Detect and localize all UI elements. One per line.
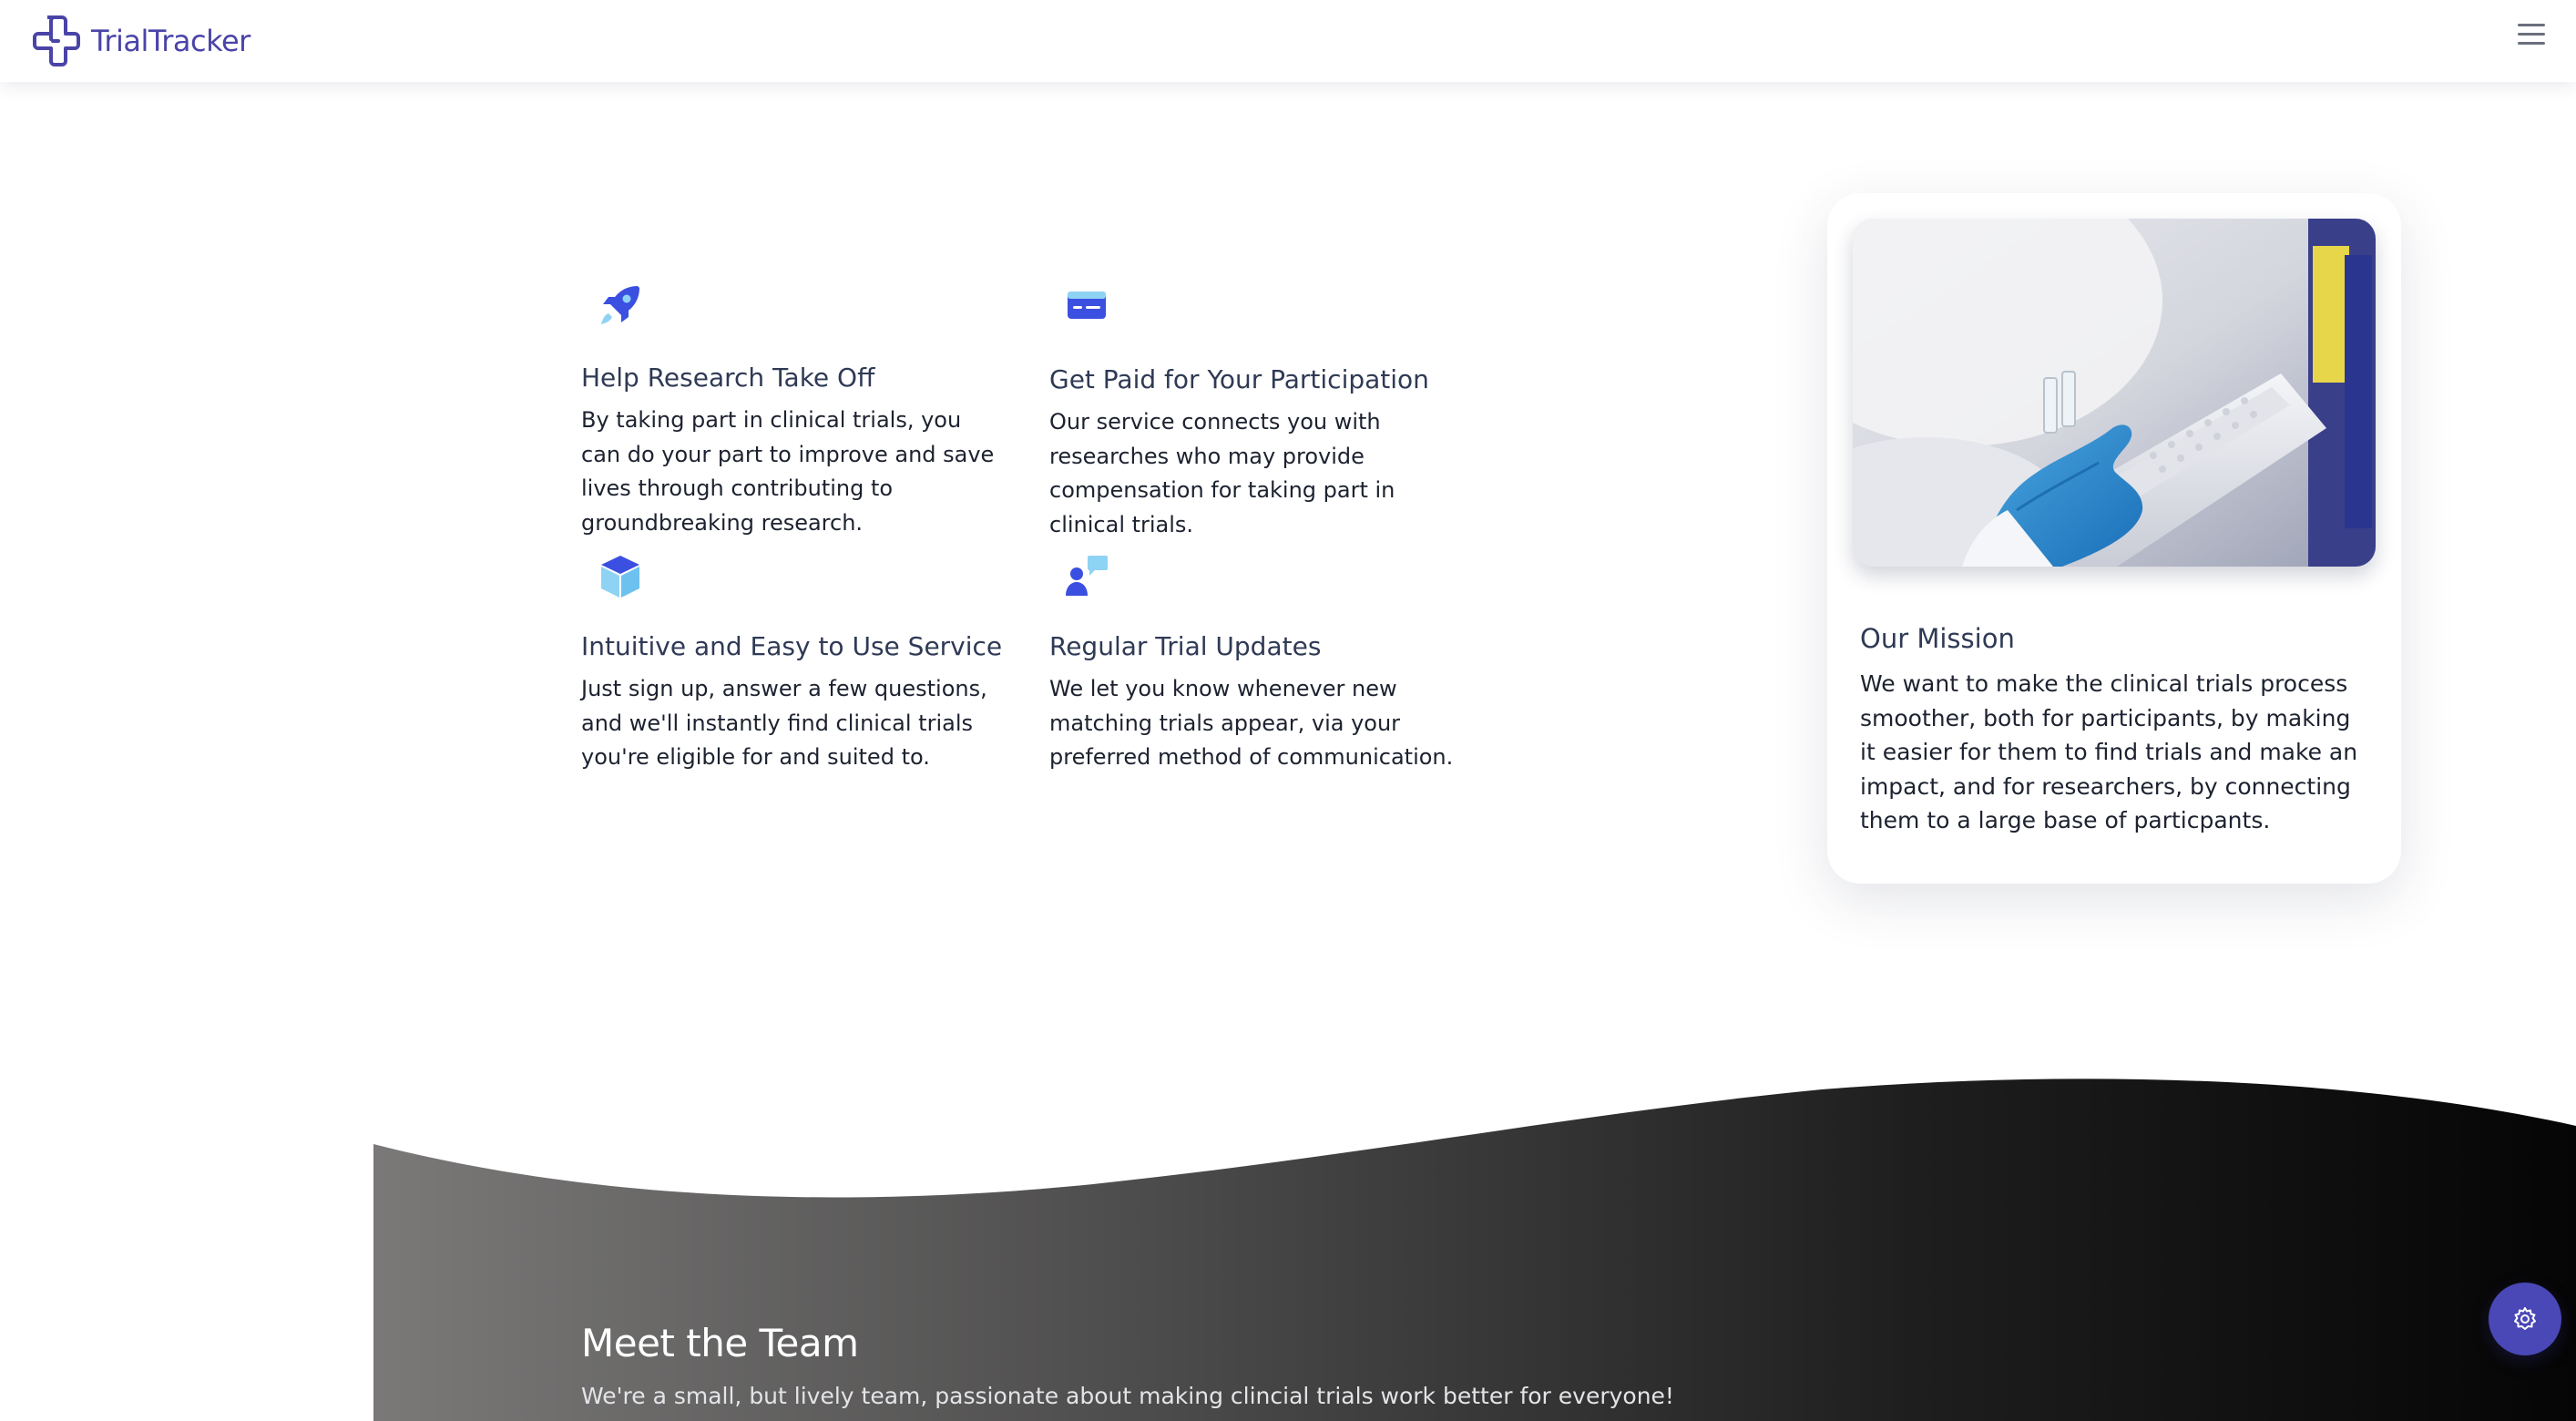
mission-card: Our Mission We want to make the clinical…	[1827, 193, 2401, 884]
box-icon	[601, 556, 639, 598]
settings-button[interactable]	[2489, 1283, 2561, 1355]
feature-text-easy: Just sign up, answer a few questions, an…	[581, 676, 987, 770]
navbar: TrialTracker	[0, 0, 2576, 82]
hamburger-menu-icon[interactable]	[2516, 22, 2547, 49]
feature-text-updates: We let you know whenever new matching tr…	[1049, 676, 1454, 770]
brand-link[interactable]: TrialTracker	[27, 9, 250, 73]
feature-title-research: Help Research Take Off	[581, 363, 875, 393]
feature-text-research: By taking part in clinical trials, you c…	[581, 407, 995, 536]
mission-text: We want to make the clinical trials proc…	[1860, 670, 2358, 833]
feature-title-easy: Intuitive and Easy to Use Service	[581, 631, 1003, 661]
team-subtitle: We're a small, but lively team, passiona…	[581, 1383, 1674, 1409]
brand-name: TrialTracker	[91, 24, 250, 58]
team-title: Meet the Team	[581, 1321, 859, 1365]
feature-title-paid: Get Paid for Your Participation	[1049, 364, 1429, 394]
lab-photo	[1853, 219, 2376, 567]
medical-cross-logo-icon	[33, 15, 80, 66]
feature-title-updates: Regular Trial Updates	[1049, 631, 1322, 661]
mission-title: Our Mission	[1860, 623, 2015, 654]
gear-icon	[2514, 1307, 2536, 1330]
rocket-icon	[601, 286, 639, 324]
user-chat-icon	[1066, 556, 1108, 596]
feature-text-paid: Our service connects you with researches…	[1049, 409, 1395, 537]
credit-card-icon	[1068, 291, 1106, 319]
